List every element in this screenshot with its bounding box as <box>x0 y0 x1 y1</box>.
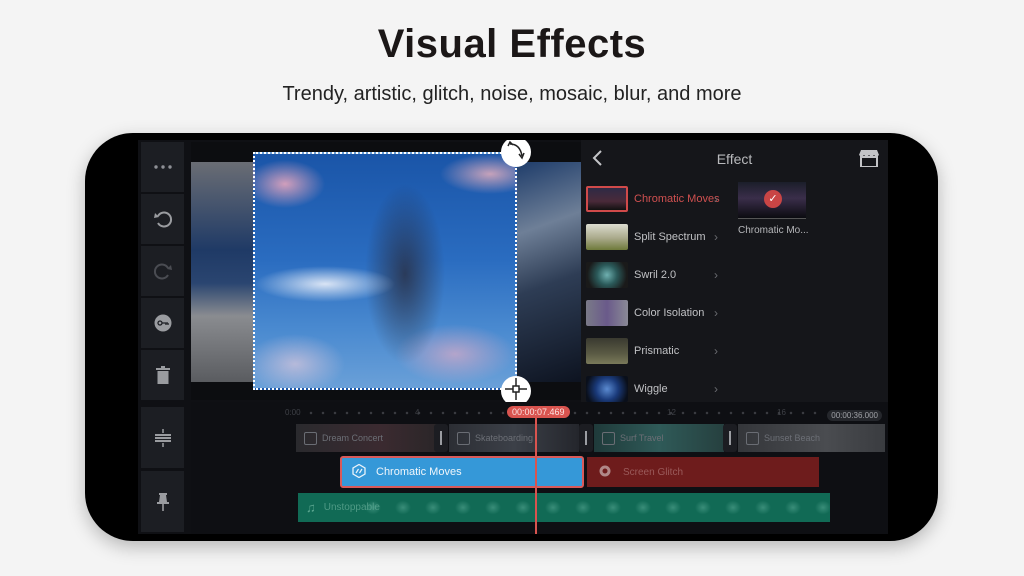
chevron-right-icon: › <box>714 192 718 206</box>
audio-clip[interactable]: ♫ Unstoppable <box>298 493 830 522</box>
effect-item[interactable]: Color Isolation › <box>586 294 726 332</box>
ruler-mark: 16 <box>777 408 786 417</box>
video-clip[interactable]: Sunset Beach <box>738 424 885 452</box>
undo-icon <box>153 209 173 229</box>
more-horizontal-icon <box>153 165 172 169</box>
image-icon <box>304 431 317 445</box>
music-note-icon: ♫ <box>306 500 316 515</box>
current-time: 00:00:07.469 <box>507 406 570 418</box>
video-preview[interactable] <box>191 140 581 406</box>
effect-thumbnail <box>586 262 628 288</box>
video-clip[interactable]: Skateboarding <box>449 424 579 452</box>
video-clip[interactable]: Dream Concert <box>296 424 438 452</box>
undo-button[interactable] <box>141 194 184 244</box>
effect-clip-label: Chromatic Moves <box>376 466 462 478</box>
effect-item[interactable]: Prismatic › <box>586 332 726 370</box>
chevron-right-icon: › <box>714 344 718 358</box>
delete-button[interactable] <box>141 350 184 400</box>
preset-label: Chromatic Mo... <box>738 225 809 236</box>
effect-glitch-icon <box>599 465 611 480</box>
chevron-right-icon: › <box>714 382 718 396</box>
keyframe-button[interactable] <box>141 298 184 348</box>
preset-thumbnail: ✓ <box>738 182 806 219</box>
selected-layer-frame[interactable] <box>253 152 517 390</box>
track-height-button[interactable] <box>141 407 184 468</box>
next-clip-frame <box>516 162 581 382</box>
effect-clip-selected[interactable]: Chromatic Moves <box>340 456 584 488</box>
move-crosshair-icon <box>505 377 527 405</box>
more-button[interactable] <box>141 142 184 192</box>
image-icon <box>602 431 615 445</box>
transition-handle[interactable] <box>723 424 737 452</box>
effect-label: Color Isolation <box>634 307 705 319</box>
panel-title: Effect <box>716 151 753 167</box>
effect-preset[interactable]: ✓ Chromatic Mo... <box>738 182 809 236</box>
redo-icon <box>153 261 173 281</box>
total-duration: 00:00:36.000 <box>827 410 882 421</box>
subheadline: Trendy, artistic, glitch, noise, mosaic,… <box>282 83 742 105</box>
clip-label: Surf Travel <box>620 433 664 443</box>
audio-waveform <box>358 500 830 515</box>
trash-icon <box>155 366 170 384</box>
effect-label: Prismatic <box>634 345 680 357</box>
effect-thumbnail <box>586 224 628 250</box>
editor-screen: Effect Chromatic Moves › Split Spectrum … <box>138 140 888 534</box>
effect-list: Chromatic Moves › Split Spectrum › Swril… <box>586 180 726 408</box>
time-ruler[interactable]: 0:00 4 12 16 00:00:36.000 <box>285 407 885 421</box>
timeline[interactable]: 0:00 4 12 16 00:00:36.000 Dream Concert … <box>191 402 888 534</box>
video-clip[interactable]: Surf Travel <box>594 424 724 452</box>
store-icon <box>859 150 879 168</box>
pin-icon <box>156 492 170 511</box>
clip-label: Dream Concert <box>322 433 384 443</box>
ruler-mark: 12 <box>667 408 676 417</box>
effect-label: Chromatic Moves <box>634 193 720 205</box>
chevron-right-icon: › <box>714 230 718 244</box>
playhead[interactable] <box>535 418 537 534</box>
rotate-icon <box>506 140 526 165</box>
effect-label: Swril 2.0 <box>634 269 677 281</box>
chevron-right-icon: › <box>714 306 718 320</box>
effect-label: Split Spectrum <box>634 231 706 243</box>
previous-clip-frame <box>191 162 253 382</box>
effect-thumbnail <box>586 300 628 326</box>
left-toolbar <box>141 142 184 532</box>
check-icon: ✓ <box>764 190 782 208</box>
effect-thumbnail <box>586 186 628 212</box>
chevron-right-icon: › <box>714 268 718 282</box>
headline: Visual Effects <box>377 22 647 66</box>
clip-label: Skateboarding <box>475 433 534 443</box>
effect-clip-label: Screen Glitch <box>623 466 684 478</box>
effect-thumbnail <box>586 376 628 402</box>
ruler-start-label: 0:00 <box>285 408 301 417</box>
transition-handle[interactable] <box>579 424 593 452</box>
effect-item[interactable]: Split Spectrum › <box>586 218 726 256</box>
effect-item[interactable]: Swril 2.0 › <box>586 256 726 294</box>
ruler-mark: 4 <box>415 408 420 417</box>
effect-clip[interactable]: Screen Glitch <box>587 457 819 487</box>
key-icon <box>154 314 172 332</box>
redo-button[interactable] <box>141 246 184 296</box>
effect-thumbnail <box>586 338 628 364</box>
effect-item[interactable]: Chromatic Moves › <box>586 180 726 218</box>
store-button[interactable] <box>859 149 879 172</box>
image-icon <box>457 431 470 445</box>
effect-panel: Effect Chromatic Moves › Split Spectrum … <box>581 140 888 402</box>
image-icon <box>746 431 759 445</box>
pin-button[interactable] <box>141 471 184 532</box>
effect-fx-icon <box>352 463 366 481</box>
effect-label: Wiggle <box>634 383 668 395</box>
clip-label: Sunset Beach <box>764 433 821 443</box>
track-height-icon <box>154 428 171 447</box>
transition-handle[interactable] <box>434 424 448 452</box>
